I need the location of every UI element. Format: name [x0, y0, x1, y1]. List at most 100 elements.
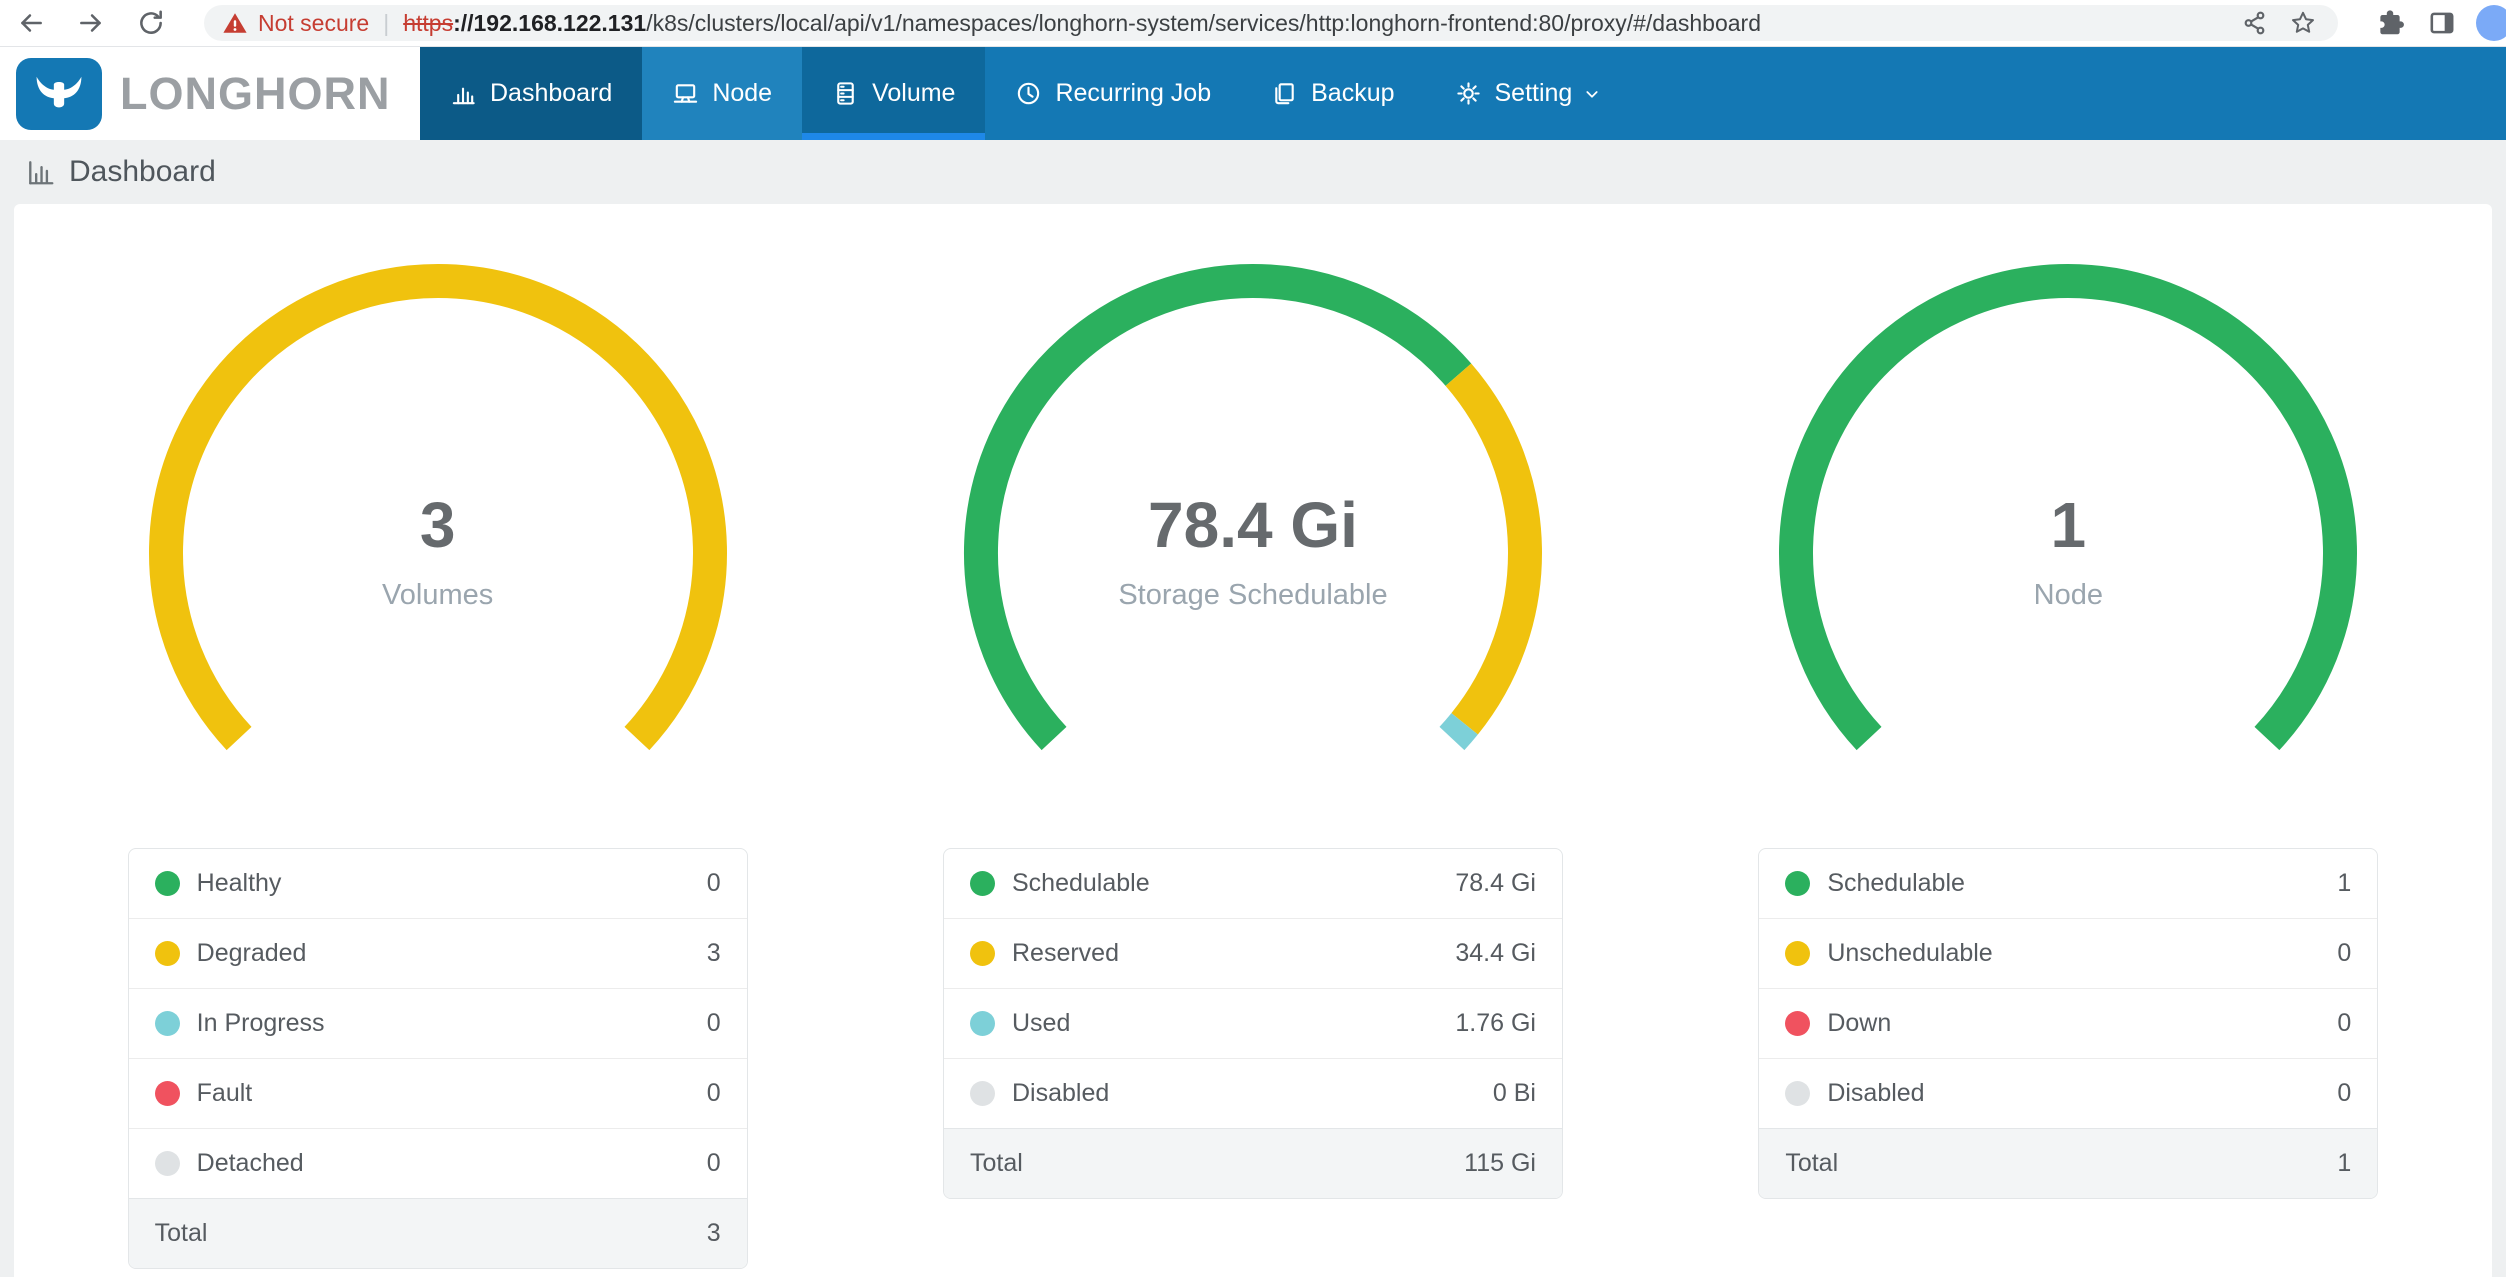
backup-icon	[1271, 80, 1298, 107]
legend-total-value: 3	[707, 1219, 721, 1248]
brand-name: LONGHORN	[120, 68, 391, 120]
url-host: ://192.168.122.131	[453, 10, 646, 36]
reload-icon[interactable]	[134, 6, 168, 40]
legend-dot	[970, 1011, 995, 1036]
legend-label: Degraded	[197, 939, 707, 968]
nav-tabs: Dashboard Node Volume Recurring Job Backup Se…	[420, 47, 1633, 140]
legend-value: 34.4 Gi	[1455, 939, 1536, 968]
tab-label: Node	[712, 79, 772, 108]
gear-icon	[1455, 80, 1482, 107]
gauge-segment-reserved	[1458, 375, 1525, 724]
tab-label: Recurring Job	[1055, 79, 1211, 108]
legend-table: Schedulable78.4 GiReserved34.4 GiUsed1.7…	[943, 848, 1563, 1199]
avatar-icon[interactable]	[2476, 5, 2506, 41]
legend-dot	[970, 871, 995, 896]
side-panel-icon[interactable]	[2424, 5, 2460, 41]
legend-total-row: Total 115 Gi	[944, 1128, 1562, 1198]
gauge-segment-used	[1452, 724, 1465, 739]
legend-total-value: 1	[2337, 1149, 2351, 1178]
tab-backup[interactable]: Backup	[1241, 47, 1424, 140]
app-navbar: LONGHORN Dashboard Node Volume Recurring Jo…	[0, 47, 2506, 140]
star-icon[interactable]	[2286, 6, 2320, 40]
legend-value: 0	[2337, 1079, 2351, 1108]
tab-volume[interactable]: Volume	[802, 47, 985, 140]
legend-value: 0	[2337, 1009, 2351, 1038]
legend-label: Unschedulable	[1827, 939, 2337, 968]
longhorn-logo-icon	[16, 58, 102, 130]
legend-row-degraded: Degraded3	[129, 918, 747, 988]
legend-row-detached: Detached0	[129, 1128, 747, 1198]
legend-row-schedulable: Schedulable78.4 Gi	[944, 849, 1562, 918]
legend-label: Detached	[197, 1149, 707, 1178]
legend-row-in-progress: In Progress0	[129, 988, 747, 1058]
legend-total-value: 115 Gi	[1464, 1149, 1536, 1178]
gauge-chart: 1 Node	[1773, 258, 2363, 848]
clock-icon	[1015, 80, 1042, 107]
legend-dot	[155, 1011, 180, 1036]
legend-label: Fault	[197, 1079, 707, 1108]
legend-row-reserved: Reserved34.4 Gi	[944, 918, 1562, 988]
legend-dot	[1785, 1081, 1810, 1106]
share-icon[interactable]	[2238, 6, 2272, 40]
legend-value: 0	[707, 1009, 721, 1038]
gauge-segment-schedulable	[1796, 281, 2340, 739]
tab-setting[interactable]: Setting	[1425, 47, 1634, 140]
legend-row-fault: Fault0	[129, 1058, 747, 1128]
tab-node[interactable]: Node	[642, 47, 802, 140]
tab-recurring-job[interactable]: Recurring Job	[985, 47, 1241, 140]
legend-dot	[970, 1081, 995, 1106]
legend-row-healthy: Healthy0	[129, 849, 747, 918]
url-path: /k8s/clusters/local/api/v1/namespaces/lo…	[646, 10, 1761, 36]
extensions-icon[interactable]	[2372, 5, 2408, 41]
legend-table: Healthy0Degraded3In Progress0Fault0Detac…	[128, 848, 748, 1269]
not-secure-label: Not secure	[258, 10, 369, 37]
gauge-chart: 3 Volumes	[143, 258, 733, 848]
legend-value: 3	[707, 939, 721, 968]
legend-dot	[155, 871, 180, 896]
legend-dot	[155, 1081, 180, 1106]
tab-dashboard[interactable]: Dashboard	[420, 47, 642, 140]
url-text: https://192.168.122.131/k8s/clusters/loc…	[403, 10, 1761, 37]
tab-label: Dashboard	[490, 79, 612, 108]
gauge-segment-schedulable	[981, 281, 1458, 739]
forward-icon[interactable]	[74, 6, 108, 40]
longhorn-brand[interactable]: LONGHORN	[0, 47, 420, 140]
legend-value: 0	[707, 869, 721, 898]
page-title: Dashboard	[69, 155, 216, 189]
legend-value: 0 Bi	[1493, 1079, 1536, 1108]
legend-row-disabled: Disabled0 Bi	[944, 1058, 1562, 1128]
chevron-down-icon	[1581, 83, 1603, 105]
legend-label: Down	[1827, 1009, 2337, 1038]
url-scheme: https	[403, 10, 453, 36]
page-header: Dashboard	[0, 140, 2506, 204]
back-icon[interactable]	[14, 6, 48, 40]
legend-dot	[155, 941, 180, 966]
legend-label: Disabled	[1827, 1079, 2337, 1108]
tab-label: Backup	[1311, 79, 1394, 108]
legend-total-label: Total	[155, 1219, 707, 1248]
legend-value: 0	[707, 1079, 721, 1108]
legend-row-unschedulable: Unschedulable0	[1759, 918, 2377, 988]
legend-dot	[1785, 941, 1810, 966]
tab-label: Volume	[872, 79, 955, 108]
legend-label: Healthy	[197, 869, 707, 898]
legend-row-down: Down0	[1759, 988, 2377, 1058]
legend-total-row: Total 3	[129, 1198, 747, 1268]
legend-value: 0	[707, 1149, 721, 1178]
legend-label: Schedulable	[1827, 869, 2337, 898]
tab-label: Setting	[1495, 79, 1573, 108]
legend-total-row: Total 1	[1759, 1128, 2377, 1198]
legend-dot	[970, 941, 995, 966]
node-icon	[672, 80, 699, 107]
gauge-panel: 1 Node Schedulable1Unschedulable0Down0Di…	[1661, 258, 2476, 1269]
gauge-segment-degraded	[166, 281, 710, 739]
gauge-chart: 78.4 Gi Storage Schedulable	[958, 258, 1548, 848]
legend-dot	[155, 1151, 180, 1176]
legend-value: 1	[2337, 869, 2351, 898]
legend-dot	[1785, 1011, 1810, 1036]
address-bar[interactable]: Not secure | https://192.168.122.131/k8s…	[204, 5, 2338, 41]
legend-value: 1.76 Gi	[1455, 1009, 1536, 1038]
legend-label: Reserved	[1012, 939, 1455, 968]
legend-row-disabled: Disabled0	[1759, 1058, 2377, 1128]
legend-row-used: Used1.76 Gi	[944, 988, 1562, 1058]
